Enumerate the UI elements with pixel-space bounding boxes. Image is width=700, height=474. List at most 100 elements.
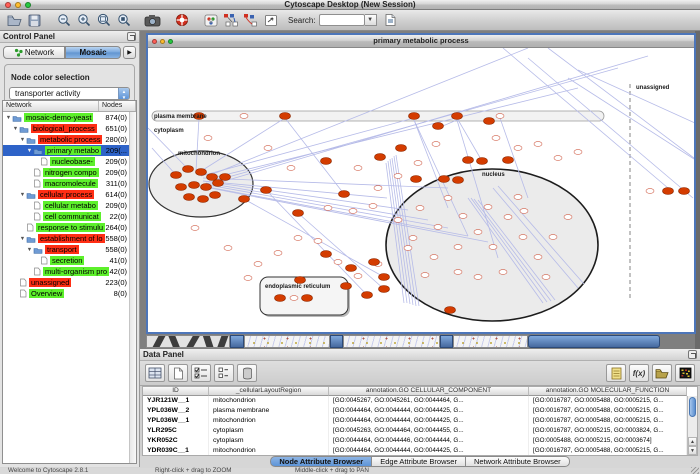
network-node-small[interactable] xyxy=(489,245,497,250)
network-node-small[interactable] xyxy=(492,136,500,141)
close-icon[interactable] xyxy=(5,2,11,8)
expand-arrow-icon[interactable]: ▼ xyxy=(26,247,33,253)
network-node-orange[interactable] xyxy=(207,174,218,181)
tree-scrollbar[interactable] xyxy=(129,112,136,463)
network-node-small[interactable] xyxy=(349,209,357,214)
network-node-small[interactable] xyxy=(434,225,442,230)
network-node-orange[interactable] xyxy=(341,283,352,290)
network-node-small[interactable] xyxy=(224,246,232,251)
network-node-orange[interactable] xyxy=(220,174,231,181)
tab-edge-attribute-browser[interactable]: Edge Attribute Browser xyxy=(372,456,466,467)
select-attributes-icon[interactable] xyxy=(191,364,211,382)
expand-arrow-icon[interactable]: ▼ xyxy=(12,126,19,132)
open-file-icon[interactable] xyxy=(6,12,23,28)
network-node-small[interactable] xyxy=(294,236,302,241)
network-node-orange[interactable] xyxy=(171,172,182,179)
network-node-orange[interactable] xyxy=(362,292,373,299)
network-node-small[interactable] xyxy=(394,174,402,179)
network-node-small[interactable] xyxy=(354,274,362,279)
network-node-small[interactable] xyxy=(474,230,482,235)
network-node-small[interactable] xyxy=(204,136,212,141)
network-node-small[interactable] xyxy=(496,114,504,119)
expand-arrow-icon[interactable]: ▼ xyxy=(19,236,26,242)
network-node-orange[interactable] xyxy=(184,194,195,201)
network-node-small[interactable] xyxy=(369,204,377,209)
network-node-orange[interactable] xyxy=(183,166,194,173)
network-node-orange[interactable] xyxy=(196,169,207,176)
network-node-small[interactable] xyxy=(484,205,492,210)
network-node-small[interactable] xyxy=(274,251,282,256)
network-node-orange[interactable] xyxy=(375,154,386,161)
zoom-fit-icon[interactable] xyxy=(95,12,112,28)
network-node-small[interactable] xyxy=(519,235,527,240)
scroll-up-icon[interactable]: ▲ xyxy=(688,437,697,446)
network-node-small[interactable] xyxy=(324,206,332,211)
network-node-small[interactable] xyxy=(416,206,424,211)
zoom-out-icon[interactable] xyxy=(55,12,72,28)
close-icon[interactable] xyxy=(152,39,157,44)
tab-mosaic[interactable]: Mosaic xyxy=(65,46,121,59)
network-canvas[interactable]: plasma membrane cytoplasm mitochondrion … xyxy=(148,48,694,332)
tree-row[interactable]: macromolecule311(0) xyxy=(3,178,136,189)
apply-layout-icon[interactable] xyxy=(222,12,239,28)
tab-network[interactable]: Network xyxy=(3,46,65,59)
network-node-small[interactable] xyxy=(409,236,417,241)
tree-row[interactable]: cellular metabo209(0) xyxy=(3,200,136,211)
network-node-small[interactable] xyxy=(454,270,462,275)
network-node-orange[interactable] xyxy=(445,307,456,314)
network-node-small[interactable] xyxy=(499,270,507,275)
network-node-small[interactable] xyxy=(542,275,550,280)
session-page-icon[interactable] xyxy=(382,12,399,28)
minimize-icon[interactable] xyxy=(15,2,21,8)
resize-grip[interactable] xyxy=(691,467,699,474)
tree-row[interactable]: response to stimulu264(0) xyxy=(3,222,136,233)
network-node-small[interactable] xyxy=(421,273,429,278)
network-node-orange[interactable] xyxy=(295,277,306,284)
network-node-orange[interactable] xyxy=(176,184,187,191)
tree-row[interactable]: ▼primary metabo209(... xyxy=(3,145,136,156)
network-node-small[interactable] xyxy=(314,239,322,244)
vizmapper-icon[interactable] xyxy=(202,12,219,28)
tab-overflow-arrow[interactable]: ▶ xyxy=(123,46,136,59)
network-node-small[interactable] xyxy=(514,195,522,200)
node-color-dropdown[interactable]: transporter activity ▲▼ xyxy=(9,87,130,100)
tab-node-attribute-browser[interactable]: Node Attribute Browser xyxy=(270,456,372,467)
network-node-small[interactable] xyxy=(574,150,582,155)
tree-row[interactable]: ▼metabolic process280(0) xyxy=(3,134,136,145)
table-row[interactable]: YKR052Ccytoplasm[GO:0044464, GO:0044446,… xyxy=(143,436,697,446)
network-node-small[interactable] xyxy=(374,186,382,191)
network-node-small[interactable] xyxy=(404,246,412,251)
network-node-orange[interactable] xyxy=(409,113,420,120)
network-node-orange[interactable] xyxy=(280,113,291,120)
search-input[interactable] xyxy=(319,14,365,26)
table-row[interactable]: YDR039C__1mitochondrion[GO:0044464, GO:0… xyxy=(143,446,697,456)
background-window[interactable] xyxy=(230,335,244,348)
help-icon[interactable] xyxy=(173,12,190,28)
table-row[interactable]: YPL036W__2plasma membrane[GO:0044464, GO… xyxy=(143,406,697,416)
network-node-orange[interactable] xyxy=(198,196,209,203)
column-header[interactable]: _cellularLayoutRegion xyxy=(209,387,329,396)
background-window[interactable] xyxy=(453,335,528,348)
notes-icon[interactable] xyxy=(606,364,626,382)
tab-network-attribute-browser[interactable]: Network Attribute Browser xyxy=(466,456,570,467)
network-node-small[interactable] xyxy=(240,114,248,119)
network-node-small[interactable] xyxy=(430,255,438,260)
background-window[interactable] xyxy=(146,335,230,348)
network-node-orange[interactable] xyxy=(453,177,464,184)
network-node-orange[interactable] xyxy=(433,123,444,130)
network-node-small[interactable] xyxy=(414,161,422,166)
network-node-orange[interactable] xyxy=(201,184,212,191)
search-dropdown-icon[interactable]: ▼ xyxy=(365,14,377,26)
tree-row[interactable]: Overview8(0) xyxy=(3,288,136,299)
network-node-orange[interactable] xyxy=(463,157,474,164)
network-node-small[interactable] xyxy=(564,215,572,220)
save-session-icon[interactable] xyxy=(26,12,43,28)
scrollbar-thumb[interactable] xyxy=(689,397,696,417)
attribute-matrix-icon[interactable] xyxy=(675,364,695,382)
expand-arrow-icon[interactable]: ▼ xyxy=(5,115,12,121)
tree-row[interactable]: ▼cellular process614(0) xyxy=(3,189,136,200)
network-node-orange[interactable] xyxy=(411,176,422,183)
network-node-small[interactable] xyxy=(334,260,342,265)
tree-row[interactable]: ▼mosaic-demo-yeast874(0) xyxy=(3,112,136,123)
network-node-orange[interactable] xyxy=(452,113,463,120)
